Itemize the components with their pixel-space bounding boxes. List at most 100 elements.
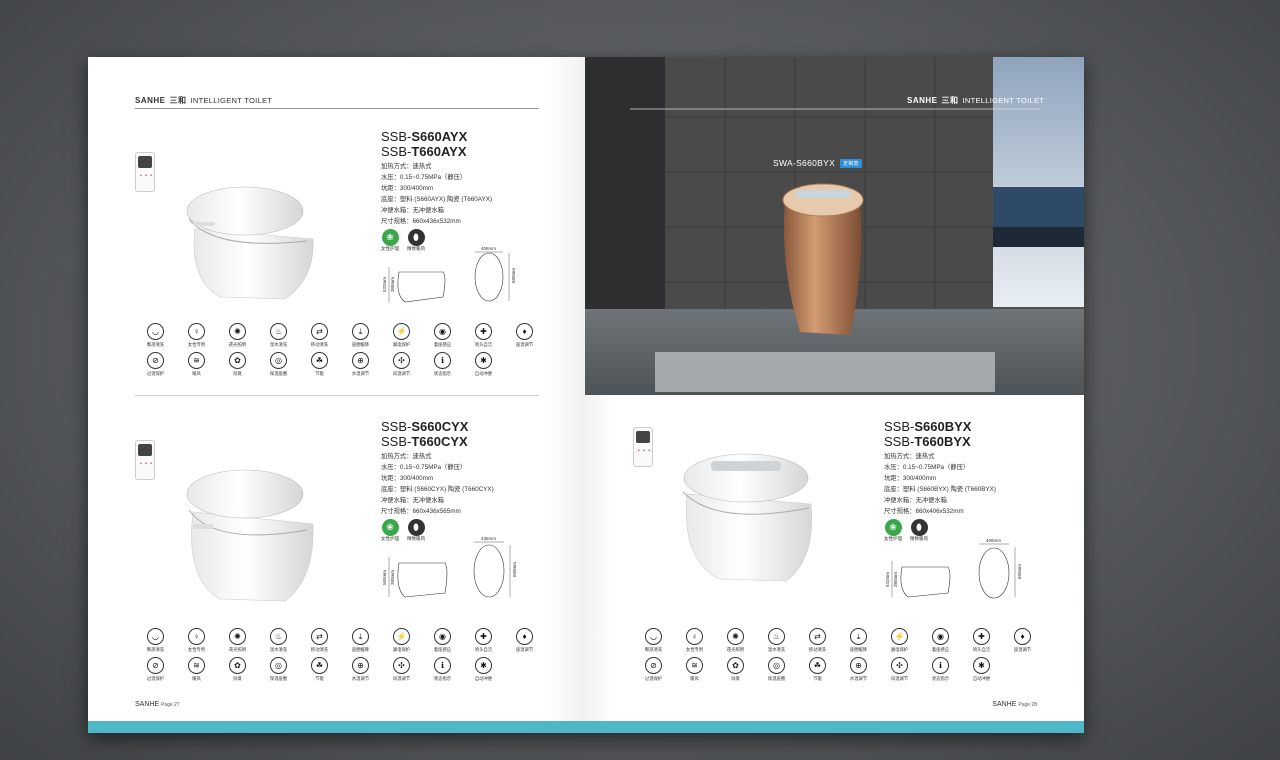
deodorize-icon: ✿ — [229, 352, 246, 369]
leaf-icon: ❀ — [381, 519, 399, 536]
toilet-product-image — [186, 469, 314, 602]
nozzle-clean-icon: ✚ — [475, 323, 492, 340]
status-indicator-icon: ℹ — [434, 657, 451, 674]
slow-close-icon: ⤓ — [352, 323, 369, 340]
section-divider — [135, 395, 539, 396]
night-light-icon: ✺ — [229, 628, 246, 645]
feature-icon-grid: ◡ 臀部清洗 ♀ 女性专用 ✺ 夜光照明 ♨ 温水清洗 ⇄ 移动清洗 ⤓ 座圈缓降 ⚡ 漏电保… — [633, 628, 1043, 682]
dimension-drawing: 565mm 380mm 436mm 660mm — [382, 537, 517, 598]
slow-close-icon: ⤓ — [850, 628, 867, 645]
brand-logo: SANHE — [135, 96, 166, 105]
left-page: SANHE 三和 INTELLIGENT TOILET • • • SSB-S6… — [88, 57, 585, 733]
toilet-product-image — [682, 453, 812, 582]
header-subtitle: INTELLIGENT TOILET — [190, 96, 273, 105]
model-number: SSB-S660BYX SSB-T660BYX — [884, 419, 972, 449]
warm-water-icon: ♨ — [768, 628, 785, 645]
svg-text:532mm: 532mm — [885, 572, 890, 587]
drop-icon: ⬮ — [910, 519, 928, 536]
seat-temp-icon: ♦ — [1014, 628, 1031, 645]
auto-flush-icon: ✱ — [475, 352, 492, 369]
featured-model-title: SWA-S660BYX 定制款 — [773, 158, 862, 168]
svg-text:380mm: 380mm — [390, 277, 395, 292]
nozzle-clean-icon: ✚ — [973, 628, 990, 645]
deodorize-icon: ✿ — [727, 657, 744, 674]
heated-seat-icon: ◎ — [270, 657, 287, 674]
seat-sensor-icon: ◉ — [434, 323, 451, 340]
butt-wash-icon: ◡ — [147, 323, 164, 340]
moving-wash-icon: ⇄ — [311, 628, 328, 645]
bottom-color-band — [585, 721, 1084, 733]
female-wash-icon: ♀ — [188, 628, 205, 645]
moving-wash-icon: ⇄ — [809, 628, 826, 645]
status-indicator-icon: ℹ — [932, 657, 949, 674]
warm-water-icon: ♨ — [270, 323, 287, 340]
spec-list: 加热方式：速热式 水压：0.15~0.75MPa（静压） 坑距：300/400mm 底… — [381, 163, 493, 225]
model-number: SSB-S660AYX SSB-T660AYX — [381, 129, 468, 159]
over-temp-icon: ⊘ — [147, 352, 164, 369]
leakage-protection-icon: ⚡ — [393, 628, 410, 645]
toilet-product-image — [186, 186, 314, 300]
warm-air-icon: ≋ — [686, 657, 703, 674]
svg-text:380mm: 380mm — [893, 572, 898, 587]
seat-sensor-icon: ◉ — [434, 628, 451, 645]
brand-logo-cn: 三和 — [169, 96, 187, 105]
dimension-drawing: 532mm 380mm 406mm 660mm — [382, 247, 516, 303]
auto-flush-icon: ✱ — [475, 657, 492, 674]
svg-text:660mm: 660mm — [512, 562, 517, 577]
svg-text:532mm: 532mm — [382, 277, 387, 292]
bottom-color-band — [88, 721, 585, 733]
bathroom-photo: SANHE 三和 INTELLIGENT TOILET SWA-S660BYX … — [585, 57, 1084, 395]
svg-text:436mm: 436mm — [481, 537, 496, 541]
page-footer: SANHE Page 27 — [135, 701, 180, 708]
drop-icon: ⬮ — [407, 519, 425, 536]
water-temp-icon: ⊕ — [352, 352, 369, 369]
status-indicator-icon: ℹ — [434, 352, 451, 369]
remote-control-image: • • • — [135, 440, 155, 480]
custom-badge: 定制款 — [840, 158, 862, 168]
heated-seat-icon: ◎ — [270, 352, 287, 369]
feature-icon-grid: ◡ 臀部清洗 ♀ 女性专用 ✺ 夜光照明 ♨ 温水清洗 ⇄ 移动清洗 ⤓ 座圈缓降 ⚡ 漏电保… — [135, 628, 545, 682]
seat-sensor-icon: ◉ — [932, 628, 949, 645]
butt-wash-icon: ◡ — [645, 628, 662, 645]
svg-text:660mm: 660mm — [1017, 564, 1022, 579]
svg-text:380mm: 380mm — [390, 570, 395, 585]
remote-control-image: • • • — [633, 427, 653, 467]
night-light-icon: ✺ — [727, 628, 744, 645]
air-temp-icon: ✣ — [891, 657, 908, 674]
slow-close-icon: ⤓ — [352, 628, 369, 645]
page-footer: SANHE Page 28 — [992, 701, 1037, 708]
leaf-icon: ❀ — [381, 229, 399, 246]
remote-control-image: • • • — [135, 152, 155, 192]
butt-wash-icon: ◡ — [147, 628, 164, 645]
energy-save-icon: ☘ — [311, 352, 328, 369]
dimension-drawing: 532mm 380mm 406mm 660mm — [885, 538, 1022, 599]
page-header: SANHE 三和 INTELLIGENT TOILET — [907, 96, 1045, 105]
drop-icon: ⬮ — [407, 229, 425, 246]
bathroom-scene-image — [585, 57, 1084, 395]
leakage-protection-icon: ⚡ — [891, 628, 908, 645]
model-number: SSB-S660CYX SSB-T660CYX — [381, 419, 469, 449]
svg-text:660mm: 660mm — [511, 268, 516, 283]
warm-water-icon: ♨ — [270, 628, 287, 645]
svg-text:406mm: 406mm — [986, 538, 1001, 543]
moving-wash-icon: ⇄ — [311, 323, 328, 340]
right-page: SANHE 三和 INTELLIGENT TOILET SWA-S660BYX … — [585, 57, 1084, 733]
page-header: SANHE 三和 INTELLIGENT TOILET — [135, 95, 272, 106]
heated-seat-icon: ◎ — [768, 657, 785, 674]
spec-list: 加热方式：速热式 水压：0.15~0.75MPa（静压） 坑距：300/400mm 底… — [884, 453, 996, 515]
header-rule — [135, 108, 539, 109]
svg-text:406mm: 406mm — [481, 247, 496, 251]
night-light-icon: ✺ — [229, 323, 246, 340]
over-temp-icon: ⊘ — [645, 657, 662, 674]
spec-list: 加热方式：速热式 水压：0.15~0.75MPa（静压） 坑距：300/400mm 底… — [381, 453, 494, 515]
energy-save-icon: ☘ — [809, 657, 826, 674]
deodorize-icon: ✿ — [229, 657, 246, 674]
water-temp-icon: ⊕ — [352, 657, 369, 674]
water-temp-icon: ⊕ — [850, 657, 867, 674]
catalog-spread: SANHE 三和 INTELLIGENT TOILET • • • SSB-S6… — [88, 57, 1084, 733]
female-wash-icon: ♀ — [686, 628, 703, 645]
female-wash-icon: ♀ — [188, 323, 205, 340]
leaf-icon: ❀ — [884, 519, 902, 536]
seat-temp-icon: ♦ — [516, 323, 533, 340]
auto-flush-icon: ✱ — [973, 657, 990, 674]
